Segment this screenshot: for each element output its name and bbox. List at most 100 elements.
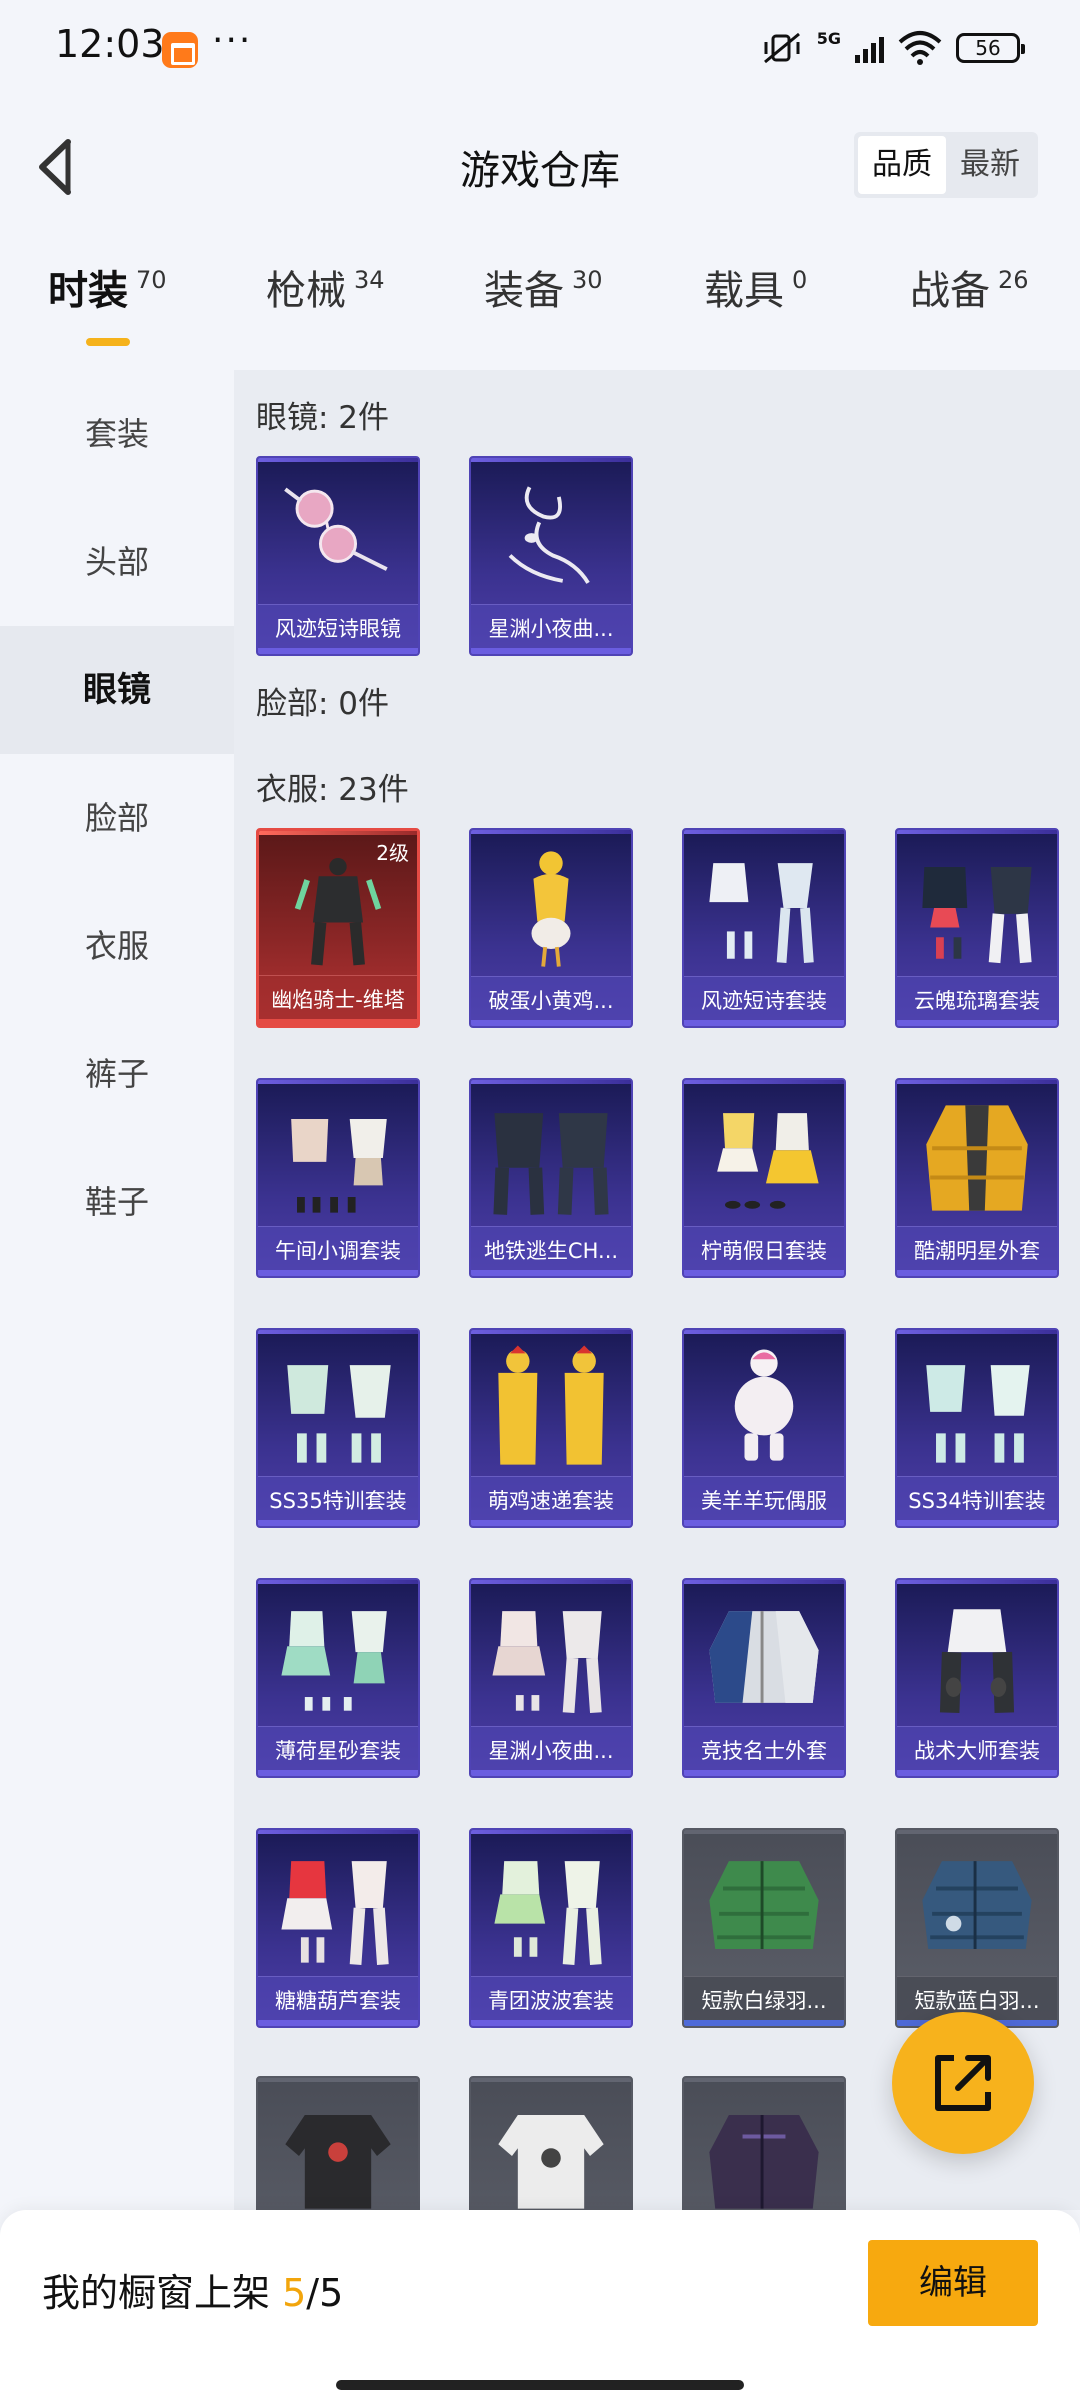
tab-count: 70 [136, 266, 167, 294]
item-card[interactable]: 柠萌假日套装 [682, 1078, 846, 1278]
tab-combat-gear[interactable]: 战备 26 [910, 258, 1029, 316]
outfit-icon [287, 1365, 391, 1463]
outfit-icon [531, 851, 571, 967]
item-name: 风迹短诗套装 [684, 976, 844, 1026]
item-card[interactable]: 酷潮明星外套 [895, 1078, 1059, 1278]
outfit-icon [709, 863, 814, 963]
status-bar: 12:03 ··· 5G 56 [0, 0, 1080, 96]
item-card[interactable]: 云魄琉璃套装 [895, 828, 1059, 1028]
item-card[interactable]: 短款蓝白羽... [895, 1828, 1059, 2028]
item-card[interactable]: 竞技名士外套 [682, 1578, 846, 1778]
sort-quality-button[interactable]: 品质 [858, 136, 946, 194]
item-card[interactable]: 星渊小夜曲... [469, 456, 633, 656]
item-card[interactable] [682, 2076, 846, 2210]
home-indicator[interactable] [336, 2380, 744, 2390]
outfit-icon [492, 1611, 602, 1714]
item-name: 短款白绿羽... [684, 1976, 844, 2026]
sort-latest-button[interactable]: 最新 [946, 136, 1034, 194]
outfit-icon [926, 1365, 1030, 1463]
bottom-bar: 我的橱窗上架 5/5 编辑 [0, 2210, 1080, 2400]
item-name: 酷潮明星外套 [897, 1226, 1057, 1276]
item-grid-panel: 眼镜: 2件 风迹短诗眼镜 星渊小夜曲... 脸部: 0件 衣服: 23件 2级… [234, 370, 1080, 2210]
section-title-clothes: 衣服: 23件 [256, 772, 409, 808]
item-card[interactable]: 午间小调套装 [256, 1078, 420, 1278]
sidebar-item-face[interactable]: 脸部 [0, 754, 234, 882]
glasses-icon [508, 486, 590, 584]
item-name: 午间小调套装 [258, 1226, 418, 1276]
sidebar-item-shoes[interactable]: 鞋子 [0, 1138, 234, 1266]
item-card[interactable]: SS35特训套装 [256, 1328, 420, 1528]
sidebar-item-glasses[interactable]: 眼镜 [0, 626, 234, 754]
battery-icon: 56 [956, 33, 1025, 63]
item-name: 糖糖葫芦套装 [258, 1976, 418, 2026]
tab-count: 34 [354, 266, 385, 294]
item-card[interactable]: SS34特训套装 [895, 1328, 1059, 1528]
tab-equipment[interactable]: 装备 30 [484, 258, 603, 316]
item-card[interactable]: 地铁逃生CH... [469, 1078, 633, 1278]
outfit-icon [281, 1861, 389, 1965]
item-card[interactable]: 短款白绿羽... [682, 1828, 846, 2028]
showcase-separator: / [306, 2271, 320, 2315]
tab-fashion[interactable]: 时装 70 [48, 258, 167, 316]
tab-vehicles[interactable]: 载具 0 [704, 258, 807, 316]
sidebar-item-clothes[interactable]: 衣服 [0, 882, 234, 1010]
item-card[interactable]: 2级 幽焰骑士-维塔 [256, 828, 420, 1028]
item-name: 地铁逃生CH... [471, 1226, 631, 1276]
tab-label: 载具 [704, 268, 784, 314]
jacket-icon [922, 1861, 1032, 1949]
item-name: 柠萌假日套装 [684, 1226, 844, 1276]
item-card[interactable] [256, 2076, 420, 2210]
tab-label: 时装 [48, 268, 128, 314]
item-card[interactable]: 星渊小夜曲... [469, 1578, 633, 1778]
item-name: 薄荷星砂套装 [258, 1726, 418, 1776]
tab-label: 战备 [910, 268, 990, 314]
sidebar-item-suits[interactable]: 套装 [0, 370, 234, 498]
share-fab-button[interactable] [892, 2012, 1034, 2154]
item-name: SS35特训套装 [258, 1476, 418, 1526]
category-tabs: 时装 70 枪械 34 装备 30 载具 0 战备 26 [0, 258, 1080, 358]
item-card[interactable]: 风迹短诗套装 [682, 828, 846, 1028]
edit-button[interactable]: 编辑 [868, 2240, 1038, 2326]
item-name: 萌鸡速递套装 [471, 1476, 631, 1526]
outfit-icon [717, 1113, 819, 1209]
item-card[interactable]: 风迹短诗眼镜 [256, 456, 420, 656]
outfit-icon [281, 1611, 387, 1711]
item-name: 风迹短诗眼镜 [258, 604, 418, 654]
item-card[interactable]: 青团波波套装 [469, 1828, 633, 2028]
sidebar: 套装 头部 眼镜 脸部 衣服 裤子 鞋子 [0, 370, 234, 2210]
showcase-label: 我的橱窗上架 [42, 2271, 271, 2315]
item-card[interactable]: 战术大师套装 [895, 1578, 1059, 1778]
showcase-count: 我的橱窗上架 5/5 [42, 2262, 343, 2317]
item-card[interactable]: 糖糖葫芦套装 [256, 1828, 420, 2028]
shopping-app-icon [162, 32, 198, 68]
tab-firearms[interactable]: 枪械 34 [266, 258, 385, 316]
item-card[interactable]: 薄荷星砂套装 [256, 1578, 420, 1778]
item-name: 青团波波套装 [471, 1976, 631, 2026]
tab-label: 枪械 [266, 268, 346, 314]
item-card[interactable]: 美羊羊玩偶服 [682, 1328, 846, 1528]
item-name: 战术大师套装 [897, 1726, 1057, 1776]
glasses-icon [284, 487, 388, 571]
sort-toggle: 品质 最新 [854, 132, 1038, 198]
outfit-icon [493, 1113, 609, 1215]
share-icon [935, 2055, 991, 2111]
tab-count: 30 [572, 266, 603, 294]
network-type: 5G [816, 28, 841, 48]
more-notifications-icon: ··· [212, 20, 253, 61]
item-card[interactable]: 萌鸡速递套装 [469, 1328, 633, 1528]
outfit-icon [734, 1349, 794, 1461]
level-badge: 2级 [376, 841, 409, 865]
jacket-icon [926, 1105, 1028, 1211]
item-card[interactable] [469, 2076, 633, 2210]
sidebar-item-head[interactable]: 头部 [0, 498, 234, 626]
shirt-icon [498, 2115, 604, 2209]
header: 游戏仓库 品质 最新 [0, 110, 1080, 220]
outfit-icon [922, 867, 1032, 964]
outfit-icon [291, 1118, 387, 1213]
active-tab-indicator [86, 338, 130, 346]
item-card[interactable]: 破蛋小黄鸡... [469, 828, 633, 1028]
item-name: SS34特训套装 [897, 1476, 1057, 1526]
sidebar-item-pants[interactable]: 裤子 [0, 1010, 234, 1138]
item-name: 星渊小夜曲... [471, 604, 631, 654]
status-time: 12:03 [55, 22, 165, 66]
